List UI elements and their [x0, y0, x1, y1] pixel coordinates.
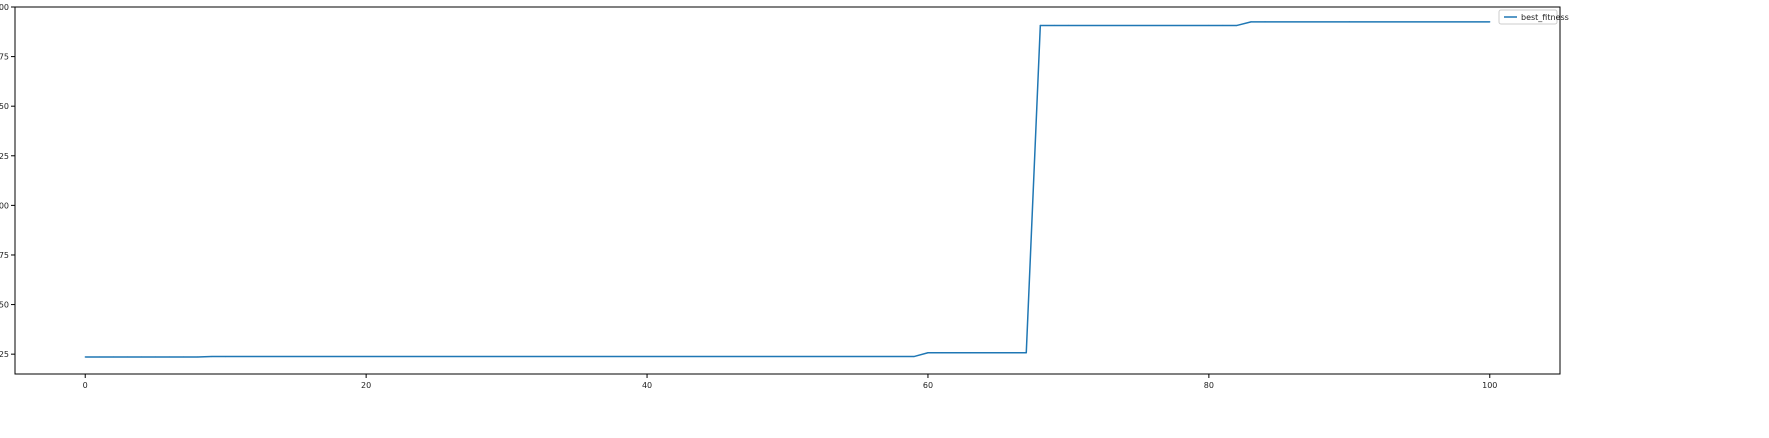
data-point [1222, 24, 1224, 27]
data-point [1011, 352, 1013, 354]
data-point [168, 356, 171, 358]
data-point [98, 356, 100, 358]
data-point [225, 355, 227, 358]
y-tick-label: 5.425 [0, 152, 9, 161]
data-point [955, 352, 957, 354]
y-tick-label: 5.325 [0, 350, 9, 359]
y-tick-label: 5.400 [0, 201, 9, 210]
data-point [196, 356, 199, 358]
x-axis: 0 20 40 60 80 100 [83, 374, 1497, 390]
x-tick-label: 80 [1204, 381, 1214, 390]
x-tick-label: 40 [642, 381, 652, 390]
data-point [126, 356, 128, 358]
data-point [1053, 24, 1055, 27]
data-point [1039, 24, 1041, 27]
x-tick-label: 100 [1482, 381, 1497, 390]
data-point [1208, 24, 1210, 27]
x-tick-label: 20 [361, 381, 371, 390]
data-point [1067, 24, 1070, 27]
data-point [983, 352, 985, 354]
data-point [941, 352, 943, 354]
data-point [182, 356, 185, 358]
data-point [1236, 24, 1238, 27]
legend-label-best-fitness: best_fitness [1521, 13, 1569, 22]
data-point [140, 356, 143, 358]
data-point [969, 352, 971, 354]
data-point [997, 352, 999, 354]
data-point [211, 355, 213, 358]
data-point [1250, 21, 1252, 23]
x-tick-label: 0 [83, 381, 88, 390]
y-tick-label: 5.350 [0, 301, 9, 310]
x-tick-label: 60 [923, 381, 933, 390]
y-tick-label: 5.475 [0, 53, 9, 62]
data-point [154, 356, 157, 358]
y-tick-label: 5.375 [0, 251, 9, 260]
y-tick-label: 5.500 [0, 3, 9, 12]
data-point [1264, 21, 1266, 23]
line-chart: 5.325 5.350 5.375 5.400 5.425 5.450 5.475 5.500… [0, 3, 1569, 390]
data-point [913, 355, 915, 358]
data-point [1025, 352, 1027, 354]
data-point [84, 356, 86, 358]
data-point [927, 352, 929, 354]
data-point [1348, 21, 1350, 23]
plot-area [14, 6, 1561, 375]
y-axis: 5.325 5.350 5.375 5.400 5.425 5.450 5.475 5.500 [0, 3, 15, 359]
data-point [112, 356, 114, 358]
y-tick-label: 5.450 [0, 102, 9, 111]
legend: best_fitness [1498, 9, 1569, 25]
data-point [1489, 21, 1491, 23]
